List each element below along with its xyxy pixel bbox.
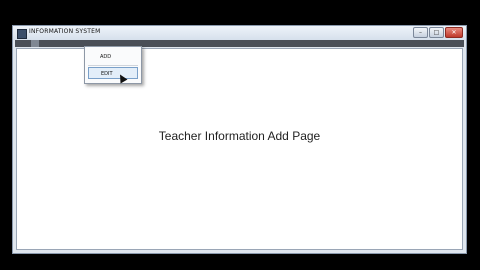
menu-item-teacher[interactable] [31,40,39,47]
app-icon [17,29,27,39]
window-controls: – □ ✕ [413,27,463,38]
teacher-dropdown-menu: ADD EDIT [84,46,142,84]
video-letterbox-top [0,0,480,16]
menu-separator [88,65,138,66]
title-bar[interactable]: INFORMATION SYSTEM – □ ✕ [13,26,466,40]
menu-option-edit[interactable]: EDIT [88,67,138,79]
minimize-button[interactable]: – [413,27,428,38]
page-title: Teacher Information Add Page [158,129,321,143]
app-window: INFORMATION SYSTEM – □ ✕ Teacher Informa… [12,25,467,254]
menu-bar [15,40,464,47]
close-button[interactable]: ✕ [445,27,463,38]
menu-option-add[interactable]: ADD [88,51,138,63]
video-letterbox-bottom [0,256,480,270]
menu-item-4[interactable] [39,40,47,47]
window-title: INFORMATION SYSTEM [29,28,101,35]
menu-item-2[interactable] [23,40,31,47]
maximize-button[interactable]: □ [429,27,444,38]
menu-item-5[interactable] [47,40,55,47]
menu-item-6[interactable] [55,40,63,47]
menu-item-1[interactable] [15,40,23,47]
